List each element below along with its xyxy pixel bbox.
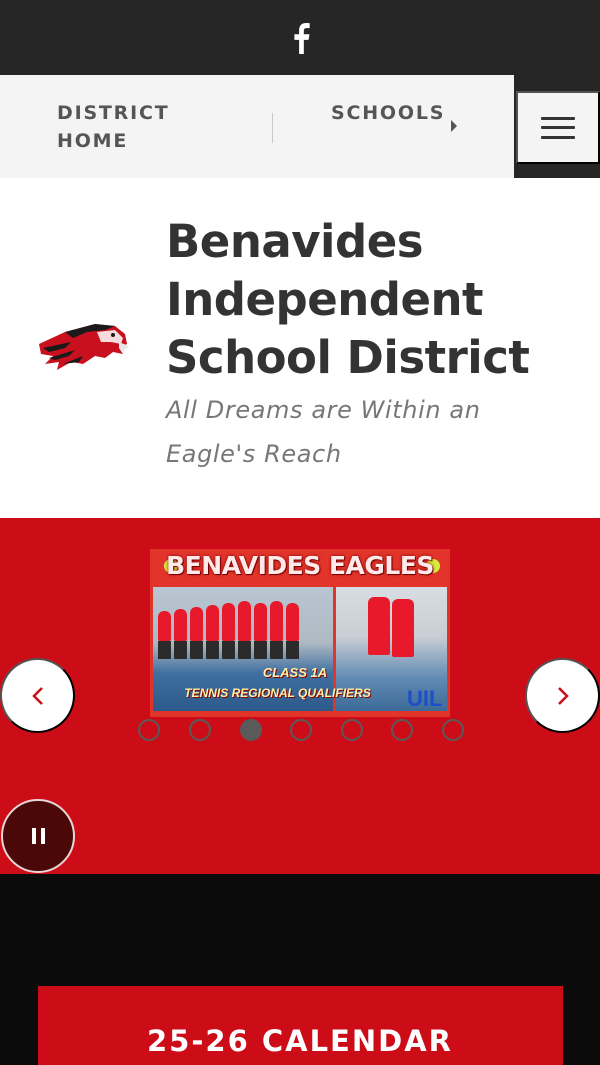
chevron-left-icon xyxy=(31,686,43,705)
player-legs xyxy=(286,641,299,659)
player-figure xyxy=(392,599,414,657)
calendar-button-label: 25-26 CALENDAR xyxy=(147,1024,453,1058)
facebook-link[interactable] xyxy=(285,18,317,58)
next-slide-button[interactable] xyxy=(525,658,600,733)
eagle-logo[interactable] xyxy=(35,318,130,378)
player-legs xyxy=(158,641,171,659)
player-figure xyxy=(222,603,235,641)
player-legs xyxy=(270,641,283,659)
pause-icon xyxy=(31,828,45,844)
player-legs xyxy=(174,641,187,659)
slide-pagination xyxy=(138,719,468,741)
player-figure xyxy=(270,601,283,641)
slide-class-text: CLASS 1A xyxy=(262,665,328,680)
district-title: Benavides Independent School District xyxy=(166,215,530,384)
player-legs xyxy=(190,641,203,659)
slide-banner-text: BENAVIDES EAGLES xyxy=(166,551,434,580)
pause-slider-button[interactable] xyxy=(1,799,75,873)
slide-sub-text: TENNIS REGIONAL QUALIFIERS xyxy=(184,686,371,700)
slide-dot-7[interactable] xyxy=(442,719,464,741)
previous-slide-button[interactable] xyxy=(0,658,75,733)
slide-dot-2[interactable] xyxy=(189,719,211,741)
uil-logo: UIL xyxy=(407,686,443,711)
slide-dot-5[interactable] xyxy=(341,719,363,741)
player-legs xyxy=(222,641,235,659)
slide-dot-4[interactable] xyxy=(290,719,312,741)
caret-right-icon xyxy=(451,120,457,132)
player-legs xyxy=(238,641,251,659)
slide-dot-1[interactable] xyxy=(138,719,160,741)
facebook-icon xyxy=(294,22,310,54)
hamburger-menu-icon xyxy=(541,116,575,139)
hamburger-menu-button[interactable] xyxy=(516,91,600,164)
slide-image[interactable]: BENAVIDES EAGLES CLASS 1A TENNIS REGIONA… xyxy=(150,549,450,717)
eagle-logo-icon xyxy=(39,324,129,370)
district-home-link[interactable]: DISTRICT HOME xyxy=(57,99,207,155)
player-legs xyxy=(206,641,219,659)
player-legs xyxy=(254,641,267,659)
player-figure xyxy=(158,611,171,641)
player-figure xyxy=(174,609,187,641)
chevron-right-icon xyxy=(557,686,569,705)
player-figure xyxy=(190,607,203,641)
schools-menu[interactable]: SCHOOLS xyxy=(331,99,445,127)
slide-dot-3[interactable] xyxy=(240,719,262,741)
player-figure xyxy=(206,605,219,641)
player-figure xyxy=(286,603,299,641)
slide-dot-6[interactable] xyxy=(391,719,413,741)
player-figure xyxy=(254,603,267,641)
district-tagline: All Dreams are Within an Eagle's Reach xyxy=(166,396,481,468)
player-figure xyxy=(238,601,251,641)
nav-divider xyxy=(272,113,273,143)
player-figure xyxy=(368,597,390,655)
